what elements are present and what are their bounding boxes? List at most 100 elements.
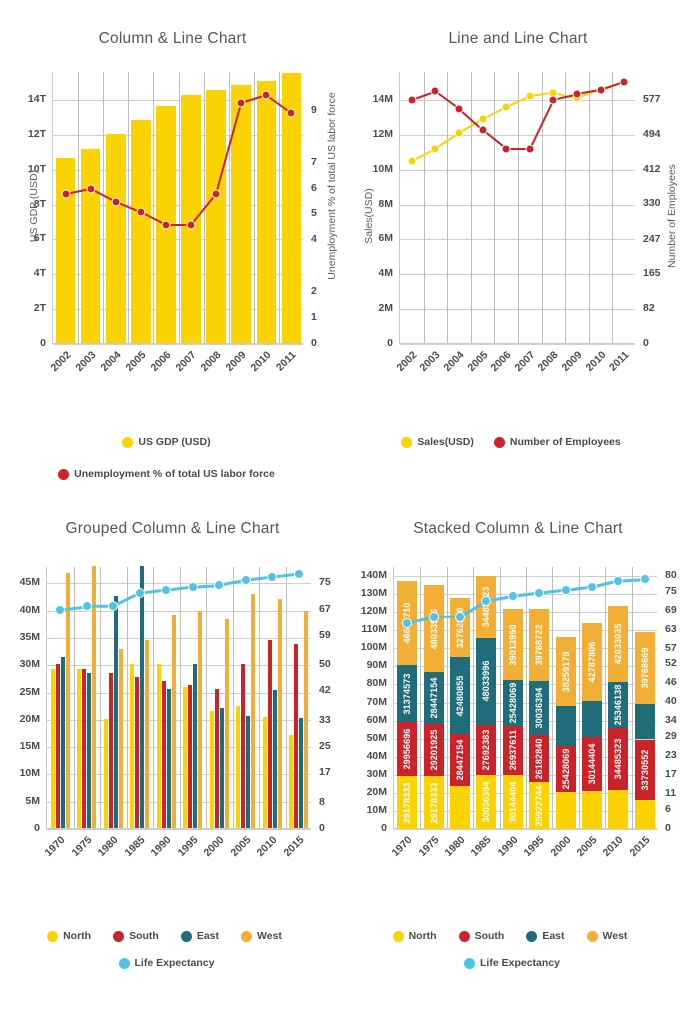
y-axis-tick-right: 11 [665,787,677,800]
bar-value-label: 28447154 [428,677,439,719]
y-axis-tick-left: 30M [366,767,387,780]
y-axis-tick-left: 20M [19,712,40,725]
gridline-vertical [420,567,422,828]
legend-label: South [129,930,159,942]
data-point [534,588,545,599]
y-axis-tick-left: 14M [372,92,393,105]
y-axis-tick-right: 25 [319,740,331,753]
bar-value-label: 38259179 [560,651,571,693]
data-point [211,189,221,199]
bar-column [262,716,267,828]
y-axis-tick-right: 75 [319,576,331,589]
legend-item: West [586,930,627,942]
bar-column [236,705,241,828]
y-axis-tick-right: 75 [665,584,677,597]
bar-value-label: 25428069 [560,748,571,790]
data-point [186,220,196,230]
bar-column [118,649,123,828]
bar-value-label: 26182840 [534,738,545,779]
bar-column [140,565,145,828]
gridline-horizontal [394,829,657,830]
bar-column [256,81,277,343]
y-axis-tick-left: 90M [366,659,387,672]
y-axis-tick-right: 0 [319,822,325,834]
gridline-vertical [259,567,260,828]
y-axis-tick-right: 50 [319,658,331,671]
gridline-vertical [446,567,448,828]
legend-label: Life Expectancy [480,957,560,969]
gridline-vertical [179,567,181,828]
data-point [267,571,278,582]
bar-column [181,95,201,343]
y-axis-tick-right: 17 [665,768,677,781]
bar-column [198,610,203,828]
legend-color-dot [464,957,476,969]
legend-color-dot [180,930,192,942]
legend-label: North [408,930,437,942]
gridline-vertical [153,72,155,343]
bar-column [183,686,188,828]
legend-label: Unemployment % of total US labor force [74,468,275,480]
y-axis-tick-right: 8 [319,795,325,808]
data-point [548,95,558,105]
plot-canvas [46,565,311,830]
bar-value-label: 27692383 [481,729,492,771]
gridline-vertical [631,567,633,828]
bar-segment [581,700,603,737]
data-point [402,618,413,629]
gridline-vertical [605,567,607,828]
legend-color-dot [458,930,470,942]
data-point [478,125,488,135]
bar-value-label: 39768722 [534,624,545,666]
y-axis-tick-left: 25M [19,685,40,698]
data-point [261,90,271,100]
data-point [407,156,417,166]
bar-column [193,664,198,828]
y-axis-tick-left: 10M [19,767,40,780]
bar-column [209,711,214,828]
legend-column-line-row2: Unemployment % of total US labor force [0,468,345,480]
gridline-vertical [253,72,255,343]
y-axis-tick-right: 46 [665,676,677,689]
gridline-vertical [499,567,501,828]
bar-value-label: 29178333 [428,782,439,824]
legend-item: East [180,930,219,942]
bar-segment [608,790,629,829]
y-axis-tick-left: 70M [366,695,387,708]
y-axis-tick-left: 5M [25,794,40,807]
y-axis-tick-right: 23 [665,749,677,762]
y-axis-tick-right: 80 [665,568,677,581]
gridline-horizontal [400,344,635,345]
bar-column [131,119,151,343]
data-point [639,574,650,585]
bar-value-label: 42787806 [587,641,597,683]
data-point [560,585,571,596]
y-axis-tick-left: 60M [366,713,387,726]
gridline-vertical [423,72,425,343]
legend-label: Life Expectancy [134,957,215,969]
bar-value-label: 42480855 [455,675,465,717]
y-axis-tick-right: 33 [319,713,331,726]
legend-item: East [526,930,565,942]
legend-color-dot [118,957,130,969]
bar-column [304,610,309,828]
y-axis-title-right: Number of Employees [666,164,678,268]
legend-color-dot [493,436,505,448]
data-point [525,91,535,101]
y-axis-tick-right: 0 [665,822,671,834]
data-point [478,114,488,124]
y-axis-tick-right: 40 [665,695,677,708]
y-axis-tick-right: 63 [665,622,677,635]
y-axis-tick-left: 100M [360,641,387,654]
y-axis-tick-right: 67 [319,602,331,615]
y-axis-tick-left: 40M [366,749,387,762]
bar-column [82,668,87,828]
bar-value-label: 39013950 [507,624,518,666]
y-axis-tick-left: 0 [381,822,387,834]
data-point [55,604,66,615]
data-point [428,611,439,622]
y-axis-tick-right: 0 [643,337,649,349]
y-axis-tick-left: 110M [361,623,387,636]
bar-value-label: 30036394 [481,781,492,823]
y-axis-tick-left: 10M [366,803,387,816]
